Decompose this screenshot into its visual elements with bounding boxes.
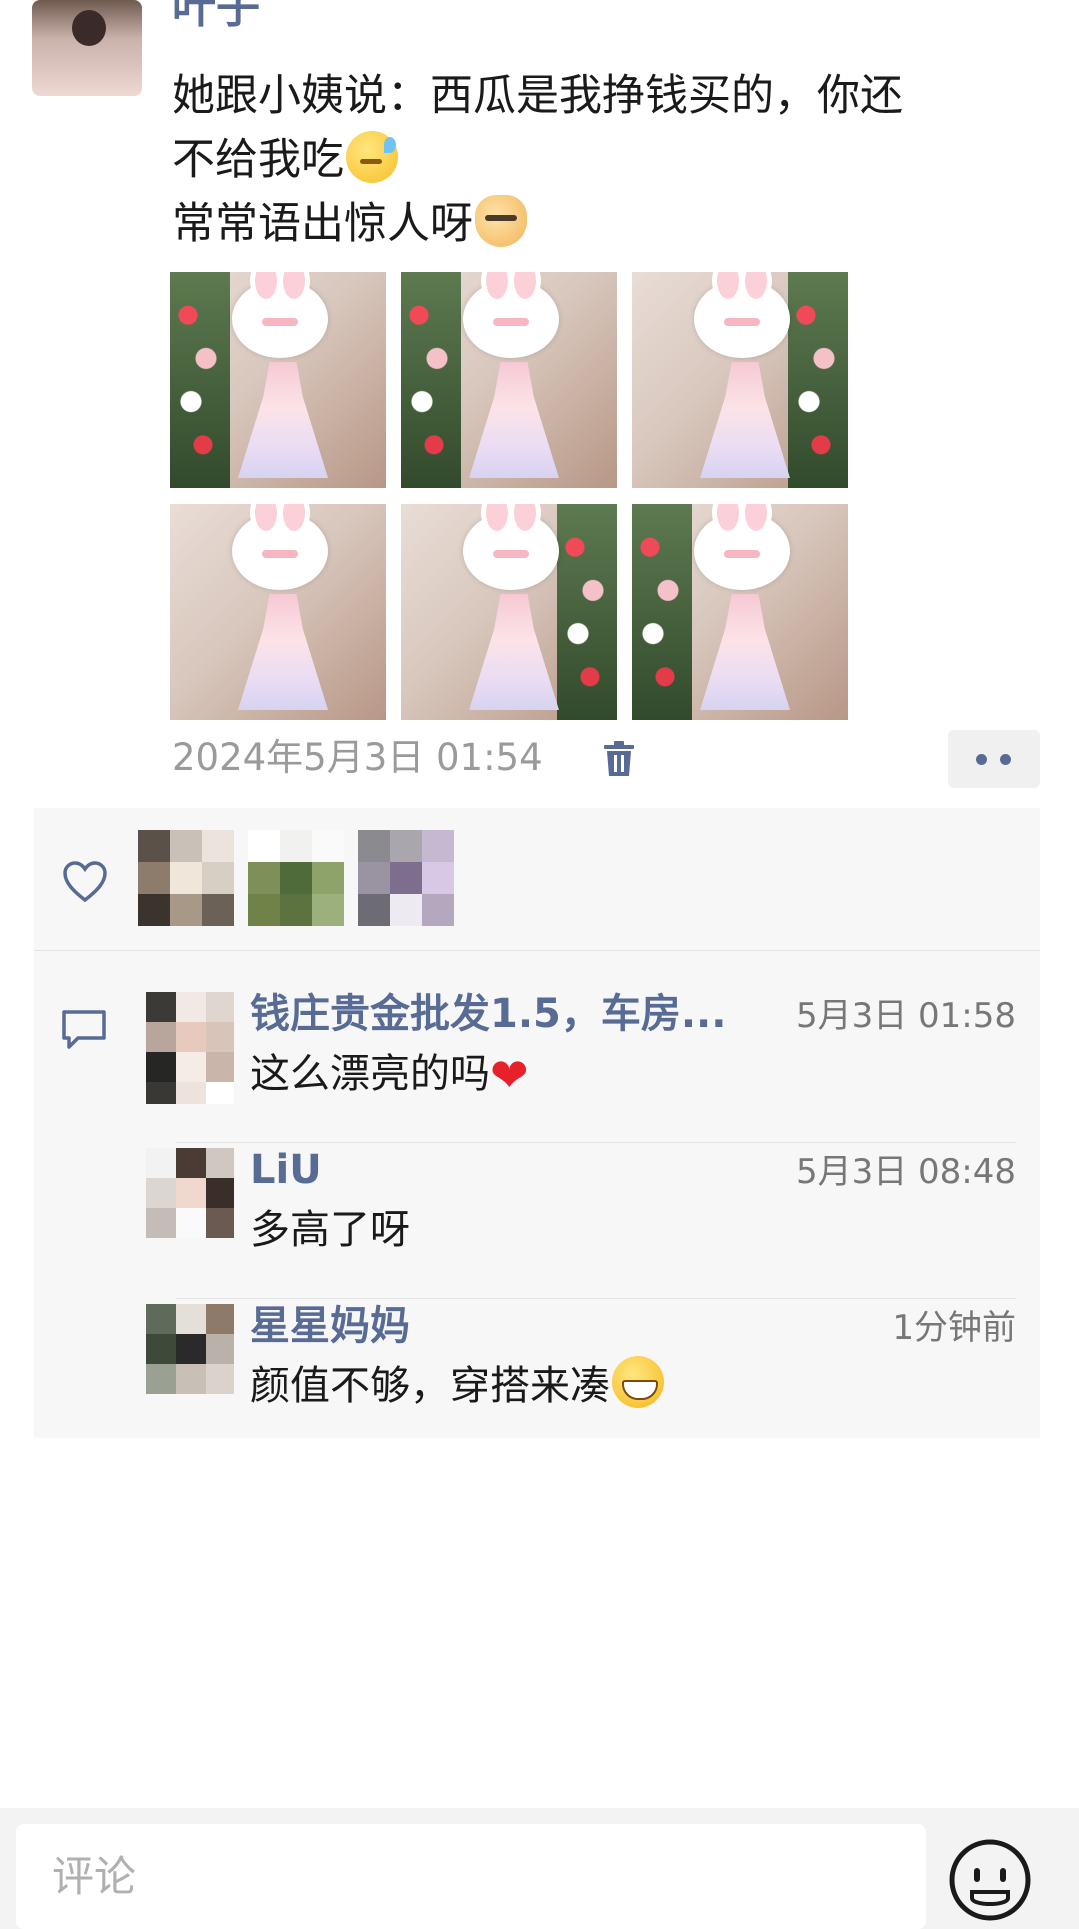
grinning-emoji-icon bbox=[612, 1356, 664, 1408]
bunny-sticker-icon bbox=[232, 272, 328, 358]
post-text-line-3: 常常语出惊人呀 bbox=[172, 192, 1032, 256]
comment-text: 多高了呀 bbox=[250, 1207, 410, 1253]
bunny-sticker-icon bbox=[463, 504, 559, 590]
photo-thumbnail[interactable] bbox=[170, 504, 386, 720]
dog-face-emoji-icon bbox=[475, 195, 527, 247]
likes-row bbox=[34, 808, 1040, 951]
liker-avatar[interactable] bbox=[358, 830, 454, 926]
commenter-name[interactable]: LiU bbox=[250, 1142, 322, 1198]
emoji-face-icon[interactable] bbox=[946, 1834, 1034, 1924]
more-options-button[interactable] bbox=[948, 730, 1040, 788]
photo-grid bbox=[170, 272, 848, 720]
comment-bar: 评论 bbox=[0, 1808, 1079, 1929]
bunny-sticker-icon bbox=[463, 272, 559, 358]
author-avatar[interactable] bbox=[32, 0, 142, 96]
photo-thumbnail[interactable] bbox=[632, 504, 848, 720]
photo-thumbnail[interactable] bbox=[401, 272, 617, 488]
comment-input[interactable]: 评论 bbox=[16, 1824, 926, 1929]
trash-icon[interactable] bbox=[602, 740, 636, 778]
comment-item[interactable]: LiU 5月3日 08:48 多高了呀 bbox=[146, 1147, 1016, 1299]
comment-time: 5月3日 01:58 bbox=[795, 996, 1016, 1036]
post-text-line-2: 不给我吃 bbox=[172, 128, 1032, 192]
photo-thumbnail[interactable] bbox=[170, 272, 386, 488]
comment-text: 这么漂亮的吗❤ bbox=[250, 1044, 529, 1105]
comment-text: 颜值不够，穿搭来凑 bbox=[250, 1356, 664, 1416]
commenter-name[interactable]: 钱庄贵金批发1.5，车房... bbox=[250, 986, 726, 1042]
sweat-smile-emoji-icon bbox=[346, 131, 398, 183]
interaction-panel: 钱庄贵金批发1.5，车房... 5月3日 01:58 这么漂亮的吗❤ LiU 5… bbox=[34, 808, 1040, 1438]
comment-time: 1分钟前 bbox=[892, 1308, 1016, 1348]
photo-thumbnail[interactable] bbox=[401, 504, 617, 720]
post-text-line-3-text: 常常语出惊人呀 bbox=[172, 199, 473, 249]
commenter-avatar[interactable] bbox=[146, 1304, 234, 1416]
liker-avatar[interactable] bbox=[248, 830, 344, 926]
bunny-sticker-icon bbox=[694, 272, 790, 358]
post-text-line-2-text: 不给我吃 bbox=[172, 135, 344, 185]
post-text: 她跟小姨说：西瓜是我挣钱买的，你还 不给我吃 常常语出惊人呀 bbox=[172, 64, 1032, 256]
more-dot-icon bbox=[1000, 754, 1011, 765]
post-timestamp: 2024年5月3日 01:54 bbox=[172, 736, 543, 779]
comment-text-content: 颜值不够，穿搭来凑 bbox=[250, 1363, 610, 1409]
comment-bubble-icon bbox=[62, 1010, 106, 1049]
bunny-sticker-icon bbox=[232, 504, 328, 590]
more-dot-icon bbox=[976, 754, 987, 765]
commenter-avatar[interactable] bbox=[146, 992, 234, 1104]
author-name[interactable]: 叶子 bbox=[172, 0, 260, 38]
post-text-line-1: 她跟小姨说：西瓜是我挣钱买的，你还 bbox=[172, 71, 903, 121]
comment-item[interactable]: 星星妈妈 1分钟前 颜值不够，穿搭来凑 bbox=[146, 1303, 1016, 1454]
photo-thumbnail[interactable] bbox=[632, 272, 848, 488]
comment-item[interactable]: 钱庄贵金批发1.5，车房... 5月3日 01:58 这么漂亮的吗❤ bbox=[146, 991, 1016, 1143]
heart-outline-icon bbox=[63, 861, 107, 903]
commenter-name[interactable]: 星星妈妈 bbox=[250, 1298, 410, 1354]
comment-text-content: 这么漂亮的吗 bbox=[250, 1051, 490, 1097]
commenter-avatar[interactable] bbox=[146, 1148, 234, 1260]
liker-avatar[interactable] bbox=[138, 830, 234, 926]
comment-time: 5月3日 08:48 bbox=[795, 1152, 1016, 1192]
bunny-sticker-icon bbox=[694, 504, 790, 590]
red-heart-emoji-icon: ❤ bbox=[490, 1048, 529, 1102]
